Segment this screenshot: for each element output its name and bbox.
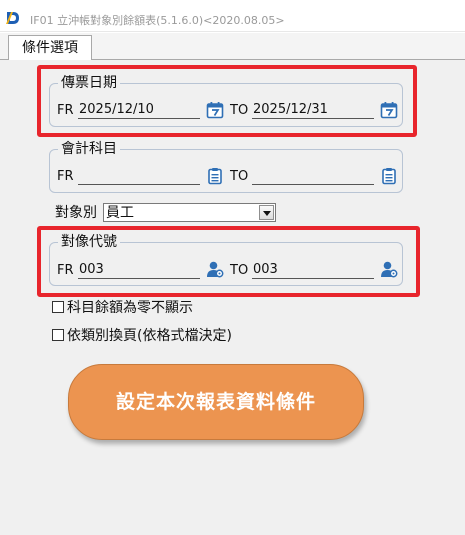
account-subject-from-field[interactable] — [78, 167, 200, 185]
calendar-icon[interactable] — [206, 101, 224, 119]
option-page-break-by-category[interactable]: 依類別換頁(依格式檔決定) — [52, 327, 252, 345]
object-code-from-field[interactable]: 003 — [78, 261, 200, 279]
clipboard-icon[interactable] — [380, 167, 398, 185]
object-code-to-field[interactable]: 003 — [252, 261, 374, 279]
tab-conditions[interactable]: 條件選項 — [8, 35, 92, 62]
page-break-checkbox[interactable] — [52, 329, 64, 341]
clipboard-icon[interactable] — [206, 167, 224, 185]
app-logo-icon — [6, 12, 19, 24]
object-code-title: 對像代號 — [58, 233, 120, 251]
user-search-icon[interactable] — [380, 260, 398, 278]
window-title: IF01 立沖帳對象別餘額表(5.1.6.0)<2020.08.05> — [30, 14, 285, 27]
account-subject-to-label: TO — [230, 169, 249, 184]
object-type-value: 員工 — [106, 205, 134, 221]
chevron-down-icon[interactable] — [259, 205, 274, 220]
object-type-select[interactable]: 員工 — [103, 203, 276, 222]
title-bar: IF01 立沖帳對象別餘額表(5.1.6.0)<2020.08.05> — [0, 0, 465, 32]
hide-zero-balance-label: 科目餘額為零不顯示 — [67, 300, 193, 316]
hide-zero-balance-checkbox[interactable] — [52, 301, 64, 313]
voucher-date-title: 傳票日期 — [58, 74, 120, 92]
voucher-date-to-field[interactable]: 2025/12/31 — [252, 101, 374, 119]
set-report-conditions-button[interactable]: 設定本次報表資料條件 — [68, 364, 364, 440]
calendar-icon[interactable] — [380, 101, 398, 119]
object-code-to-label: TO — [230, 263, 249, 278]
conditions-panel — [0, 60, 465, 535]
tab-strip: 條件選項 — [0, 33, 465, 62]
voucher-date-from-label: FR — [57, 103, 74, 118]
account-subject-title: 會計科目 — [58, 140, 120, 158]
voucher-date-from-field[interactable]: 2025/12/10 — [78, 101, 200, 119]
voucher-date-to-label: TO — [230, 103, 249, 118]
object-code-from-label: FR — [57, 263, 74, 278]
account-subject-to-field[interactable] — [252, 167, 374, 185]
option-hide-zero-balance[interactable]: 科目餘額為零不顯示 — [52, 299, 222, 317]
object-type-label: 對象別 — [55, 205, 97, 221]
user-search-icon[interactable] — [206, 260, 224, 278]
account-subject-from-label: FR — [57, 169, 74, 184]
page-break-label: 依類別換頁(依格式檔決定) — [67, 328, 232, 344]
